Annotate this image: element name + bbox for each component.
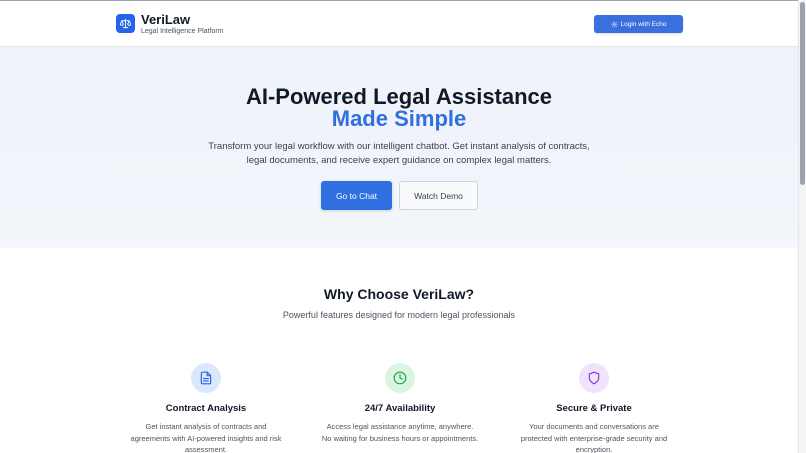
feature-icon-circle: [385, 363, 415, 393]
feature-title: 24/7 Availability: [364, 403, 436, 414]
brand-tagline: Legal Intelligence Platform: [141, 28, 224, 35]
feature-title: Secure & Private: [556, 403, 632, 414]
clock-icon: [393, 371, 407, 385]
feature-card-contract-analysis: Contract Analysis Get instant analysis o…: [121, 363, 291, 453]
login-button-label: Login with Echo: [620, 20, 667, 28]
watch-demo-button[interactable]: Watch Demo: [399, 181, 478, 210]
go-to-chat-button[interactable]: Go to Chat: [321, 181, 392, 210]
feature-description: Your documents and conversations are pro…: [520, 422, 668, 453]
settings-icon: [611, 21, 617, 27]
feature-card-availability: 24/7 Availability Access legal assistanc…: [315, 363, 485, 444]
hero-section: AI-Powered Legal Assistance Made Simple …: [0, 47, 798, 248]
feature-icon-circle: [579, 363, 609, 393]
shield-icon: [588, 371, 600, 385]
document-icon: [200, 371, 212, 385]
features-subheading: Powerful features designed for modern le…: [282, 310, 516, 320]
logo[interactable]: [116, 14, 135, 33]
login-button[interactable]: Login with Echo: [594, 15, 683, 33]
feature-description: Get instant analysis of contracts and ag…: [130, 422, 282, 453]
hero-description: Transform your legal workflow with our i…: [208, 141, 590, 166]
page-scrollbar[interactable]: [798, 0, 806, 453]
feature-card-security: Secure & Private Your documents and conv…: [509, 363, 679, 453]
hero-title-highlight: Made Simple: [331, 106, 467, 131]
feature-title: Contract Analysis: [165, 403, 247, 414]
site-header: VeriLaw Legal Intelligence Platform Logi…: [0, 1, 798, 47]
feature-description: Access legal assistance anytime, anywher…: [321, 422, 479, 443]
brand-name[interactable]: VeriLaw: [141, 12, 190, 27]
scale-icon: [120, 18, 131, 29]
scrollbar-thumb[interactable]: [800, 2, 805, 185]
features-heading: Why Choose VeriLaw?: [323, 286, 475, 302]
feature-icon-circle: [191, 363, 221, 393]
